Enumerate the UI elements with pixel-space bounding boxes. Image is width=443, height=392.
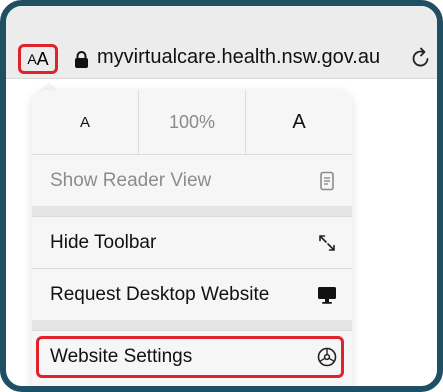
menu-item-label: Show Reader View <box>50 169 212 191</box>
zoom-controls: A 100% A <box>32 90 352 154</box>
document-icon <box>320 171 334 190</box>
menu-separator <box>32 320 352 330</box>
menu-separator <box>32 206 352 216</box>
address-bar: AA myvirtualcare.health.nsw.gov.au <box>6 6 437 79</box>
menu-item-label: Request Desktop Website <box>50 283 270 305</box>
aa-big-letter: A <box>36 48 49 69</box>
page-settings-button[interactable]: AA <box>18 44 58 74</box>
menu-item-label: Website Settings <box>50 345 193 367</box>
diagonal-arrows-icon <box>319 234 335 251</box>
aa-small-letter: A <box>27 51 37 67</box>
url-text[interactable]: myvirtualcare.health.nsw.gov.au <box>97 46 380 69</box>
menu-item-website-settings[interactable]: Website Settings <box>32 330 352 382</box>
zoom-level[interactable]: 100% <box>138 90 245 154</box>
page-settings-menu: A 100% A Show Reader View Hide Toolbar R… <box>32 90 352 386</box>
menu-item-label: Hide Toolbar <box>50 231 157 253</box>
menu-item-show-reader-view[interactable]: Show Reader View <box>32 154 352 206</box>
browser-window: AA myvirtualcare.health.nsw.gov.au A 100… <box>0 0 443 392</box>
reload-icon[interactable] <box>410 47 432 69</box>
lock-icon <box>75 51 88 68</box>
gear-icon <box>317 347 337 366</box>
zoom-decrease-button[interactable]: A <box>32 90 138 154</box>
menu-item-hide-toolbar[interactable]: Hide Toolbar <box>32 216 352 268</box>
zoom-increase-button[interactable]: A <box>245 90 352 154</box>
menu-item-request-desktop-website[interactable]: Request Desktop Website <box>32 268 352 320</box>
monitor-icon <box>318 286 336 304</box>
